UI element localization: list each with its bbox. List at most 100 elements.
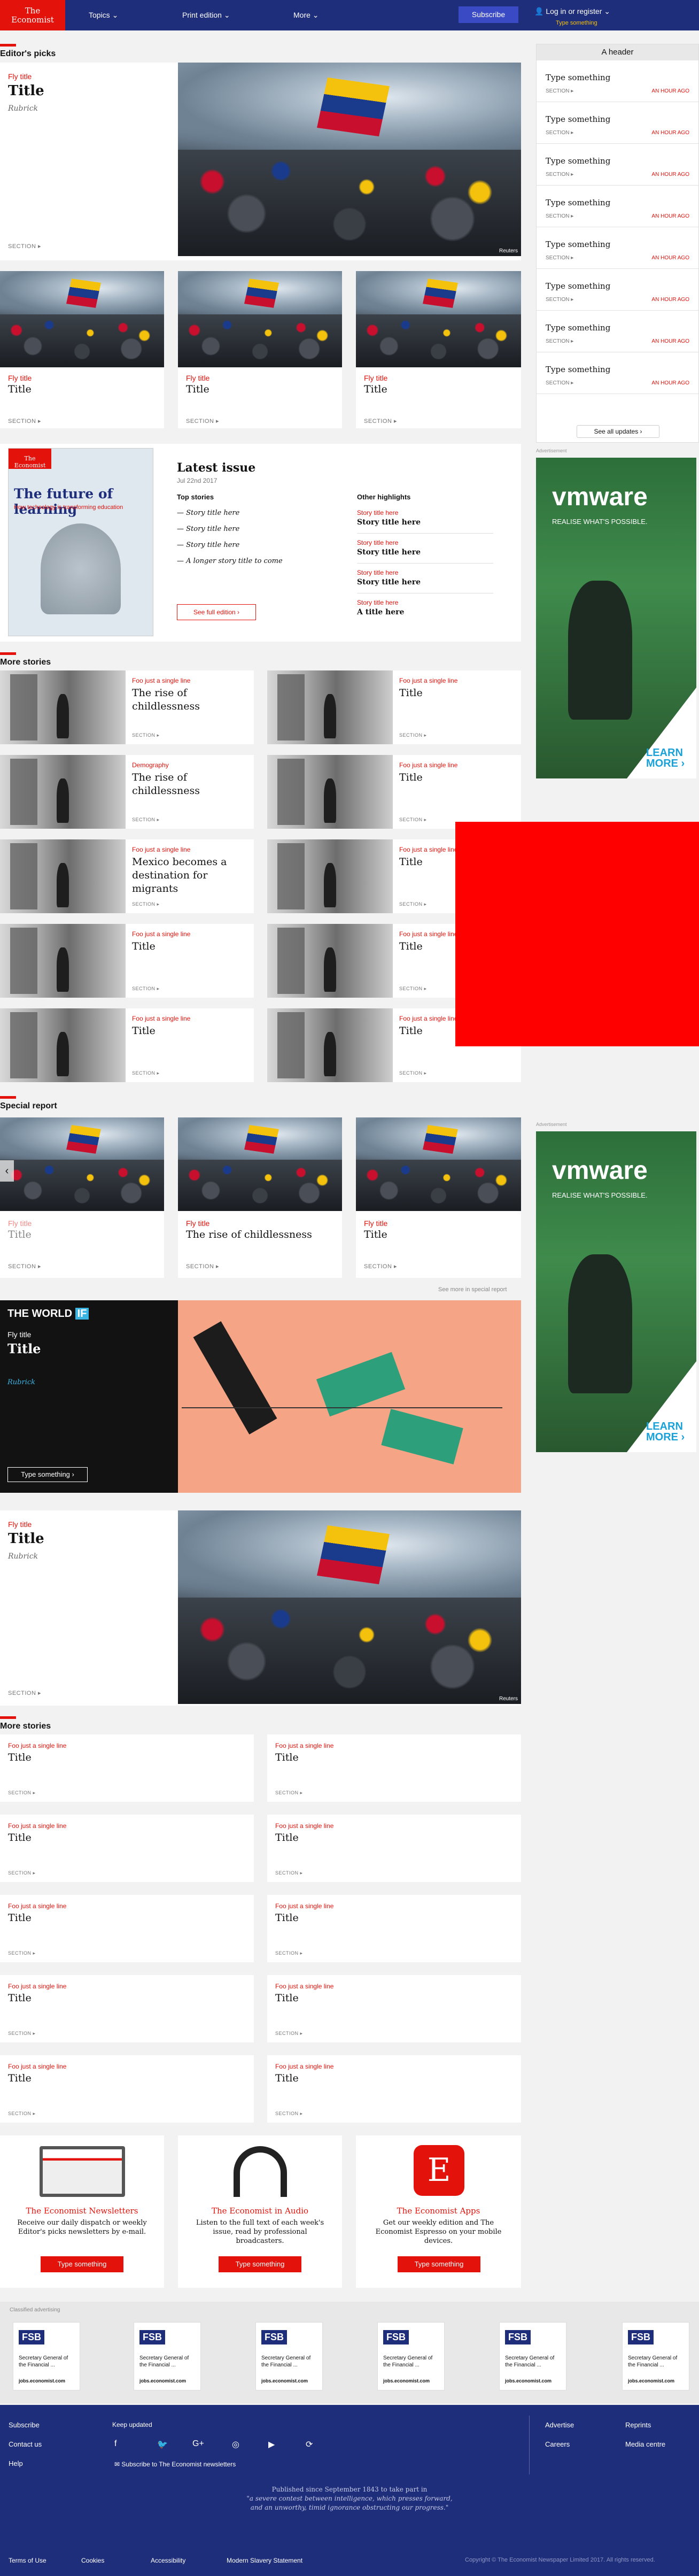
- promo-button[interactable]: Type something: [398, 2256, 480, 2272]
- story-title[interactable]: Title: [275, 2072, 299, 2084]
- story-card[interactable]: Foo just a single line Title SECTION ▸: [267, 1734, 521, 1802]
- story-section[interactable]: SECTION ▸: [132, 732, 160, 738]
- update-item[interactable]: Type something SECTION ▸ AN HOUR AGO: [537, 186, 698, 227]
- feature-photo[interactable]: Reuters: [178, 1510, 521, 1704]
- story-card[interactable]: Foo just a single line Title SECTION ▸: [267, 670, 521, 744]
- story-card[interactable]: Demography The rise of childlessness SEC…: [0, 755, 254, 829]
- story-section[interactable]: SECTION ▸: [399, 901, 427, 907]
- story-title[interactable]: Title: [399, 687, 514, 700]
- story-card[interactable]: Foo just a single line Title SECTION ▸: [0, 1975, 254, 2042]
- story-card[interactable]: Foo just a single line Title SECTION ▸: [0, 1815, 254, 1882]
- story-section[interactable]: SECTION ▸: [275, 2111, 303, 2117]
- story-title[interactable]: Title: [275, 1752, 299, 1763]
- story-card[interactable]: Foo just a single line The rise of child…: [0, 670, 254, 744]
- feature-title[interactable]: Title: [8, 1531, 44, 1547]
- story-card[interactable]: Foo just a single line Title SECTION ▸: [267, 2055, 521, 2123]
- footer-link-modern-slavery[interactable]: Modern Slavery Statement: [227, 2557, 302, 2564]
- footer-link-advertise[interactable]: Advertise: [545, 2421, 574, 2429]
- vmware-ad[interactable]: vmware REALISE WHAT'S POSSIBLE. LEARN MOR…: [536, 458, 696, 778]
- story-section[interactable]: SECTION ▸: [8, 1950, 36, 1956]
- story-card[interactable]: Foo just a single line Title SECTION ▸: [0, 1008, 254, 1082]
- story-title[interactable]: The rise of childlessness: [132, 687, 247, 713]
- story-card[interactable]: Foo just a single line Title SECTION ▸: [0, 924, 254, 998]
- lead-section[interactable]: SECTION ▸: [8, 243, 41, 250]
- top-story-item[interactable]: — Story title here: [177, 525, 239, 533]
- see-all-updates-button[interactable]: See all updates ›: [577, 425, 659, 438]
- classified-ad[interactable]: FSB Secretary General of the Financial .…: [622, 2322, 689, 2390]
- special-title[interactable]: The rise of childlessness: [186, 1229, 312, 1240]
- story-section[interactable]: SECTION ▸: [275, 1950, 303, 1956]
- story-title[interactable]: Title: [8, 1992, 32, 2004]
- story-title[interactable]: Title: [275, 1992, 299, 2004]
- highlight-item[interactable]: Story title here Story title here: [357, 539, 493, 564]
- story-card[interactable]: Foo just a single line Title SECTION ▸: [0, 1734, 254, 1802]
- vmware-cta[interactable]: LEARN MORE ›: [646, 1421, 685, 1443]
- highlight-item[interactable]: Story title here Story title here: [357, 509, 493, 534]
- footer-link-media[interactable]: Media centre: [625, 2440, 665, 2448]
- story-title[interactable]: The rise of childlessness: [132, 771, 247, 798]
- login-link[interactable]: 👤 Log in or register ⌄: [534, 7, 610, 16]
- vmware-ad[interactable]: vmware REALISE WHAT'S POSSIBLE. LEARN MOR…: [536, 1131, 696, 1452]
- story-section[interactable]: SECTION ▸: [132, 986, 160, 992]
- update-item[interactable]: Type something SECTION ▸ AN HOUR AGO: [537, 311, 698, 352]
- update-item[interactable]: Type something SECTION ▸ AN HOUR AGO: [537, 227, 698, 269]
- special-card-1[interactable]: Fly title Title SECTION ▸ ‹: [0, 1117, 164, 1278]
- update-item[interactable]: Type something SECTION ▸ AN HOUR AGO: [537, 352, 698, 394]
- top-story-item[interactable]: — A longer story title to come: [177, 557, 283, 565]
- promo-button[interactable]: Type something: [219, 2256, 301, 2272]
- google-plus-icon[interactable]: G+: [192, 2439, 204, 2449]
- world-if-feature[interactable]: THE WORLD IF Fly title Title Rubrick Typ…: [0, 1300, 521, 1493]
- feature-section[interactable]: SECTION ▸: [8, 1690, 41, 1696]
- highlight-item[interactable]: Story title here A title here: [357, 599, 493, 623]
- footer-link-contact[interactable]: Contact us: [9, 2440, 42, 2448]
- footer-link-terms[interactable]: Terms of Use: [9, 2557, 46, 2564]
- lead-title[interactable]: Title: [8, 83, 44, 99]
- story-section[interactable]: SECTION ▸: [8, 2031, 36, 2037]
- special-section[interactable]: SECTION ▸: [8, 1263, 41, 1270]
- economist-logo[interactable]: The Economist: [0, 0, 65, 30]
- special-card-3[interactable]: Fly title Title SECTION ▸: [356, 1117, 521, 1278]
- twitter-icon[interactable]: 🐦: [157, 2439, 168, 2450]
- story-section[interactable]: SECTION ▸: [275, 1790, 303, 1796]
- story-title[interactable]: Title: [399, 771, 514, 784]
- story-section[interactable]: SECTION ▸: [132, 817, 160, 823]
- story-section[interactable]: SECTION ▸: [275, 1870, 303, 1876]
- footer-link-help[interactable]: Help: [9, 2459, 23, 2467]
- pick-section[interactable]: SECTION ▸: [8, 418, 41, 425]
- story-title[interactable]: Title: [275, 1832, 299, 1844]
- story-section[interactable]: SECTION ▸: [132, 1070, 160, 1076]
- story-card[interactable]: Foo just a single line Mexico becomes a …: [0, 839, 254, 913]
- chevron-left-icon[interactable]: ‹: [0, 1160, 14, 1182]
- classified-ad[interactable]: FSB Secretary General of the Financial .…: [377, 2322, 445, 2390]
- classified-ad[interactable]: FSB Secretary General of the Financial .…: [13, 2322, 80, 2390]
- world-if-button[interactable]: Type something ›: [7, 1467, 88, 1482]
- story-section[interactable]: SECTION ▸: [8, 1790, 36, 1796]
- update-item[interactable]: Type something SECTION ▸ AN HOUR AGO: [537, 144, 698, 186]
- pick-title[interactable]: Title: [186, 383, 209, 395]
- special-section[interactable]: SECTION ▸: [186, 1263, 219, 1270]
- footer-link-reprints[interactable]: Reprints: [625, 2421, 651, 2429]
- feature-story[interactable]: Fly title Title Rubrick SECTION ▸ Reuter…: [0, 1510, 521, 1706]
- special-card-2[interactable]: Fly title The rise of childlessness SECT…: [178, 1117, 342, 1278]
- pick-card-1[interactable]: Fly title Title SECTION ▸: [0, 271, 164, 428]
- story-title[interactable]: Title: [132, 1024, 247, 1038]
- newsletter-link[interactable]: ✉ Subscribe to The Economist newsletters: [114, 2461, 236, 2468]
- facebook-icon[interactable]: f: [114, 2439, 116, 2449]
- see-more-special-report[interactable]: See more in special report: [438, 1286, 507, 1293]
- nav-print-edition[interactable]: Print edition ⌄: [182, 11, 230, 20]
- promo-button[interactable]: Type something: [41, 2256, 123, 2272]
- classified-ad[interactable]: FSB Secretary General of the Financial .…: [499, 2322, 566, 2390]
- youtube-icon[interactable]: ▶: [268, 2439, 275, 2450]
- pick-title[interactable]: Title: [364, 383, 387, 395]
- story-title[interactable]: Mexico becomes a destination for migrant…: [132, 855, 247, 896]
- subscribe-button[interactable]: Subscribe: [459, 6, 518, 23]
- story-section[interactable]: SECTION ▸: [132, 901, 160, 907]
- story-section[interactable]: SECTION ▸: [8, 2111, 36, 2117]
- story-card[interactable]: Foo just a single line Title SECTION ▸: [267, 1815, 521, 1882]
- story-section[interactable]: SECTION ▸: [399, 986, 427, 992]
- story-section[interactable]: SECTION ▸: [399, 732, 427, 738]
- pick-section[interactable]: SECTION ▸: [186, 418, 219, 425]
- story-card[interactable]: Foo just a single line Title SECTION ▸: [267, 755, 521, 829]
- classified-ad[interactable]: FSB Secretary General of the Financial .…: [255, 2322, 323, 2390]
- pick-card-2[interactable]: Fly title Title SECTION ▸: [178, 271, 342, 428]
